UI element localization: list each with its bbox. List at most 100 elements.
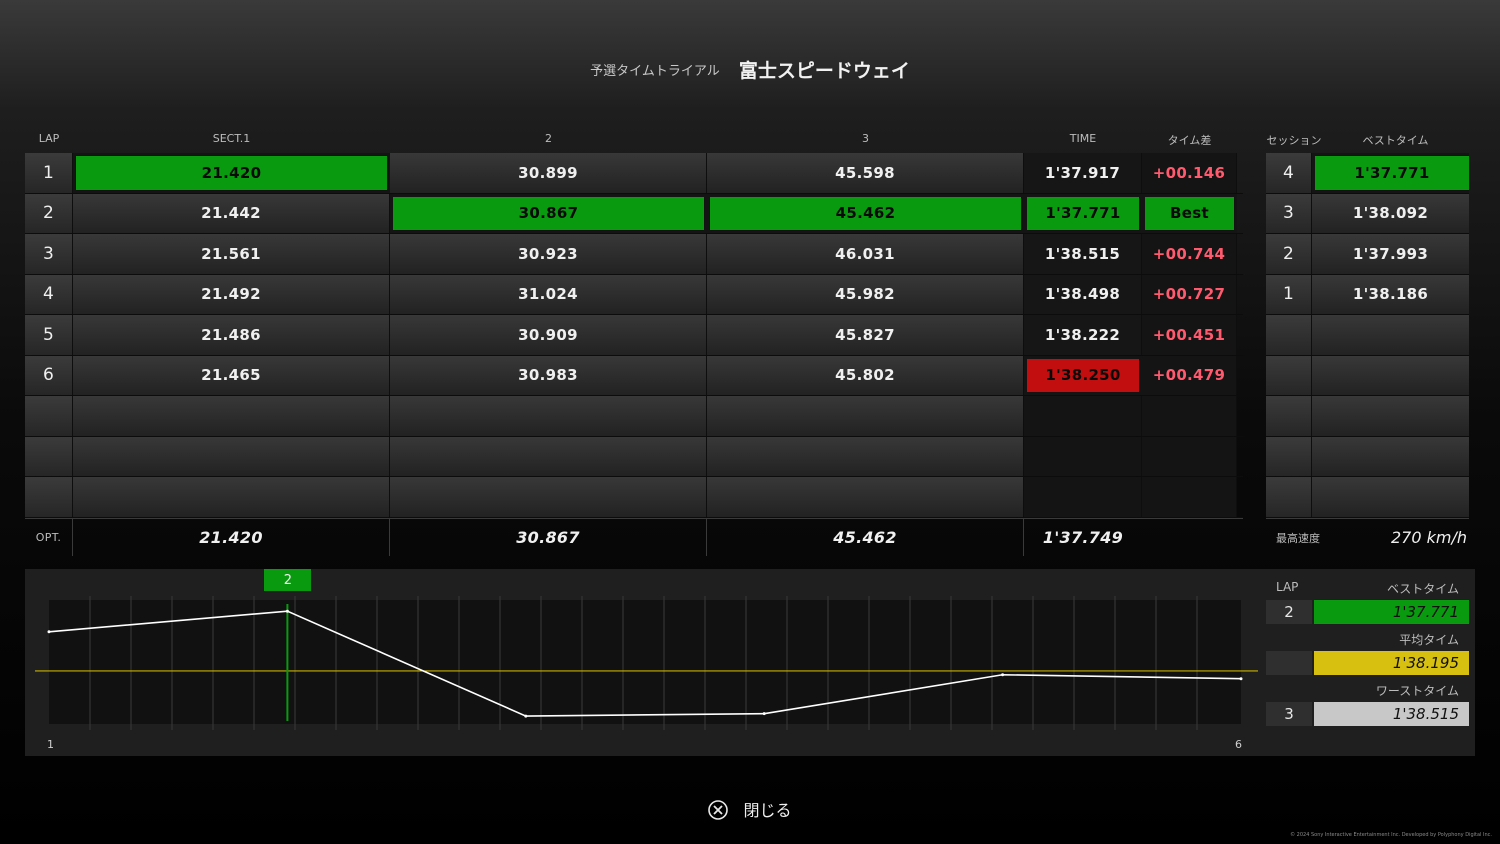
col-header-sect1: SECT.1 bbox=[212, 132, 251, 145]
session-row-empty bbox=[1266, 396, 1469, 437]
top-speed-label: 最高速度 bbox=[1276, 531, 1320, 545]
col-header-session: セッション bbox=[1266, 134, 1322, 147]
empty-cell bbox=[73, 396, 390, 436]
lap-time-worst: 1'38.250 bbox=[1024, 355, 1142, 395]
session-best-time: 1'37.993 bbox=[1312, 234, 1469, 274]
lap-table: 1 21.420 30.899 45.598 1'37.917 +00.146 … bbox=[25, 153, 1243, 518]
table-row-empty bbox=[25, 477, 1243, 518]
table-row[interactable]: 2 21.442 30.867 45.462 1'37.771 Best bbox=[25, 193, 1243, 234]
empty-cell bbox=[1312, 436, 1469, 476]
optimal-sector1: 21.420 bbox=[73, 519, 390, 556]
table-row[interactable]: 1 21.420 30.899 45.598 1'37.917 +00.146 bbox=[25, 153, 1243, 194]
col-header-lap: LAP bbox=[38, 132, 60, 145]
col-header-sect2: 2 bbox=[545, 132, 552, 145]
empty-cell bbox=[1312, 355, 1469, 395]
session-best-time: 1'38.092 bbox=[1312, 193, 1469, 233]
empty-cell bbox=[1142, 436, 1237, 476]
empty-cell bbox=[25, 477, 73, 517]
summary-worst: ワーストタイム bbox=[1266, 682, 1469, 699]
time-diff-best: Best bbox=[1142, 193, 1237, 233]
sector3-time: 45.982 bbox=[707, 274, 1024, 314]
session-row[interactable]: 1 1'38.186 bbox=[1266, 274, 1469, 315]
empty-cell bbox=[707, 477, 1024, 517]
summary-best: LAP ベストタイム bbox=[1266, 580, 1469, 597]
session-table: 4 1'37.771 3 1'38.092 2 1'37.993 1 1'38.… bbox=[1266, 153, 1469, 518]
col-header-sect3: 3 bbox=[862, 132, 869, 145]
table-row[interactable]: 6 21.465 30.983 45.802 1'38.250 +00.479 bbox=[25, 355, 1243, 396]
empty-cell bbox=[1024, 477, 1142, 517]
sector2-time: 30.909 bbox=[390, 315, 707, 355]
sector1-time: 21.492 bbox=[73, 274, 390, 314]
session-row[interactable]: 3 1'38.092 bbox=[1266, 193, 1469, 234]
summary-best-row: 2 1'37.771 bbox=[1266, 600, 1469, 624]
close-button[interactable]: 閉じる bbox=[0, 797, 1500, 824]
lap-time: 1'38.498 bbox=[1024, 274, 1142, 314]
session-row[interactable]: 2 1'37.993 bbox=[1266, 234, 1469, 275]
average-lap-time: 1'38.195 bbox=[1314, 651, 1469, 675]
lap-number: 5 bbox=[25, 315, 73, 355]
empty-cell bbox=[1266, 436, 1312, 476]
x-axis-start: 1 bbox=[47, 738, 54, 751]
summary-worst-row: 3 1'38.515 bbox=[1266, 702, 1469, 726]
optimal-label: OPT. bbox=[25, 519, 73, 556]
sector2-time: 31.024 bbox=[390, 274, 707, 314]
sector1-time: 21.420 bbox=[73, 153, 390, 193]
session-number: 2 bbox=[1266, 234, 1312, 274]
page-header: 予選タイムトライアル 富士スピードウェイ bbox=[0, 56, 1500, 83]
empty-cell bbox=[1142, 396, 1237, 436]
empty-cell bbox=[1312, 315, 1469, 355]
table-row-empty bbox=[25, 396, 1243, 437]
session-number: 4 bbox=[1266, 153, 1312, 193]
lap-number: 4 bbox=[25, 274, 73, 314]
optimal-row: OPT. 21.420 30.867 45.462 1'37.749 bbox=[25, 518, 1243, 556]
empty-cell bbox=[1142, 477, 1237, 517]
sector3-time: 46.031 bbox=[707, 234, 1024, 274]
session-best-time: 1'38.186 bbox=[1312, 274, 1469, 314]
empty-cell bbox=[1266, 396, 1312, 436]
summary-worst-label: ワーストタイム bbox=[1375, 684, 1459, 698]
sector1-time: 21.561 bbox=[73, 234, 390, 274]
lap-number: 3 bbox=[25, 234, 73, 274]
top-speed: 最高速度 270 km/h bbox=[1266, 518, 1469, 556]
worst-lap-number: 3 bbox=[1266, 702, 1312, 726]
empty-cell bbox=[1266, 315, 1312, 355]
time-diff: +00.146 bbox=[1142, 153, 1237, 193]
empty-cell bbox=[1312, 477, 1469, 517]
lap-time: 1'38.515 bbox=[1024, 234, 1142, 274]
time-diff: +00.744 bbox=[1142, 234, 1237, 274]
col-header-diff: タイム差 bbox=[1167, 134, 1212, 147]
lap-time: 1'37.771 bbox=[1024, 193, 1142, 233]
avg-lap-number bbox=[1266, 651, 1312, 675]
session-row-empty bbox=[1266, 477, 1469, 518]
time-diff: +00.727 bbox=[1142, 274, 1237, 314]
x-axis-end: 6 bbox=[1235, 738, 1242, 751]
empty-cell bbox=[73, 436, 390, 476]
table-row[interactable]: 5 21.486 30.909 45.827 1'38.222 +00.451 bbox=[25, 315, 1243, 356]
time-diff: +00.451 bbox=[1142, 315, 1237, 355]
lap-time: 1'38.222 bbox=[1024, 315, 1142, 355]
table-row[interactable]: 3 21.561 30.923 46.031 1'38.515 +00.744 bbox=[25, 234, 1243, 275]
session-row-empty bbox=[1266, 436, 1469, 477]
lap-time: 1'37.917 bbox=[1024, 153, 1142, 193]
cross-button-icon bbox=[708, 799, 729, 824]
sector2-time: 30.867 bbox=[390, 193, 707, 233]
best-lap-number: 2 bbox=[1266, 600, 1312, 624]
summary-avg: 平均タイム bbox=[1266, 631, 1469, 648]
session-row[interactable]: 4 1'37.771 bbox=[1266, 153, 1469, 194]
sector2-time: 30.983 bbox=[390, 355, 707, 395]
close-label: 閉じる bbox=[743, 801, 792, 820]
col-header-session-best: ベストタイム bbox=[1362, 134, 1429, 147]
empty-cell bbox=[25, 396, 73, 436]
selected-lap-marker[interactable]: 2 bbox=[264, 569, 312, 591]
empty-cell bbox=[1024, 436, 1142, 476]
sector2-time: 30.899 bbox=[390, 153, 707, 193]
table-row-empty bbox=[25, 436, 1243, 477]
worst-lap-time: 1'38.515 bbox=[1314, 702, 1469, 726]
top-speed-value: 270 km/h bbox=[1390, 528, 1467, 547]
session-row-empty bbox=[1266, 315, 1469, 356]
sector1-time: 21.465 bbox=[73, 355, 390, 395]
lap-number: 6 bbox=[25, 355, 73, 395]
track-title: 富士スピードウェイ bbox=[738, 60, 910, 82]
table-row[interactable]: 4 21.492 31.024 45.982 1'38.498 +00.727 bbox=[25, 274, 1243, 315]
empty-cell bbox=[390, 477, 707, 517]
